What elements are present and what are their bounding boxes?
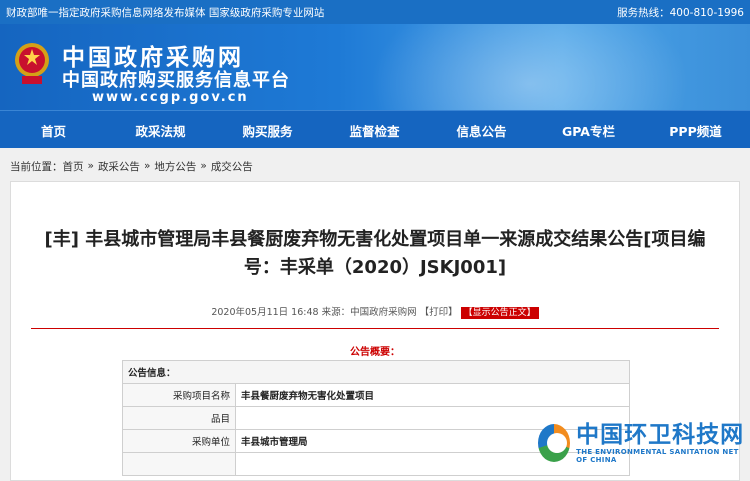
- nav-gpa[interactable]: GPA专栏: [535, 111, 642, 149]
- publish-info: 2020年05月11日 16:48 来源：中国政府采购网: [211, 307, 420, 318]
- slogan-text: 财政部唯一指定政府采购信息网络发布媒体 国家级政府采购专业网站: [6, 6, 325, 19]
- nav-home[interactable]: 首页: [0, 111, 107, 149]
- site-logo-subtitle: 中国政府购买服务信息平台: [62, 70, 290, 91]
- article-meta: 2020年05月11日 16:48 来源：中国政府采购网 【打印】 【显示公告正…: [11, 304, 739, 319]
- banner-glow: [370, 24, 690, 110]
- row-label: 采购单位: [122, 429, 236, 453]
- watermark: 中国环卫科技网 THE ENVIRONMENTAL SANITATION NET…: [538, 416, 750, 470]
- national-emblem-icon: [15, 43, 49, 84]
- table-header: 公告信息：: [122, 360, 630, 384]
- breadcrumb-announcements[interactable]: 政采公告: [98, 159, 140, 174]
- breadcrumb-prefix: 当前位置：: [10, 160, 63, 173]
- watermark-logo-icon: [538, 424, 571, 462]
- nav-purchase-services[interactable]: 购买服务: [214, 111, 321, 149]
- top-bar: 财政部唯一指定政府采购信息网络发布媒体 国家级政府采购专业网站 服务热线：400…: [0, 0, 750, 24]
- site-banner: 中国政府采购网 中国政府购买服务信息平台 www.ccgp.gov.cn: [0, 24, 750, 110]
- watermark-title: 中国环卫科技网: [576, 422, 745, 448]
- nav-regulations[interactable]: 政采法规: [107, 111, 214, 149]
- breadcrumb-sep: »: [143, 160, 151, 172]
- breadcrumb-sep: »: [87, 160, 94, 172]
- row-label: 品目: [122, 406, 236, 430]
- breadcrumb-home[interactable]: 首页: [63, 159, 84, 174]
- service-hotline: 服务热线：400-810-1996: [617, 6, 744, 19]
- main-nav: 首页 政采法规 购买服务 监督检查 信息公告 GPA专栏 PPP频道: [0, 110, 750, 148]
- watermark-subtitle: THE ENVIRONMENTAL SANITATION NET OF CHIN…: [576, 448, 739, 464]
- nav-supervision[interactable]: 监督检查: [321, 111, 428, 149]
- row-label: [122, 452, 236, 476]
- table-row: 公告信息：: [122, 360, 630, 384]
- breadcrumb: 当前位置： 首页 » 政采公告 » 地方公告 » 成交公告: [0, 148, 750, 184]
- show-content-button[interactable]: 【显示公告正文】: [460, 307, 539, 319]
- row-value: 丰县餐厨废弃物无害化处置项目: [235, 383, 630, 407]
- row-label: 采购项目名称: [122, 383, 236, 407]
- summary-heading: 公告概要：: [350, 347, 400, 358]
- breadcrumb-deal[interactable]: 成交公告: [211, 159, 253, 174]
- site-url: www.ccgp.gov.cn: [92, 90, 249, 105]
- breadcrumb-local[interactable]: 地方公告: [154, 159, 196, 174]
- nav-ppp[interactable]: PPP频道: [642, 111, 749, 149]
- breadcrumb-sep: »: [200, 160, 207, 172]
- article-title: [丰] 丰县城市管理局丰县餐厨废弃物无害化处置项目单一来源成交结果公告[项目编号…: [44, 229, 706, 278]
- table-row: 采购项目名称 丰县餐厨废弃物无害化处置项目: [122, 383, 630, 407]
- nav-announcements[interactable]: 信息公告: [428, 111, 535, 149]
- print-button[interactable]: 【打印】: [420, 307, 458, 318]
- divider: [31, 328, 719, 329]
